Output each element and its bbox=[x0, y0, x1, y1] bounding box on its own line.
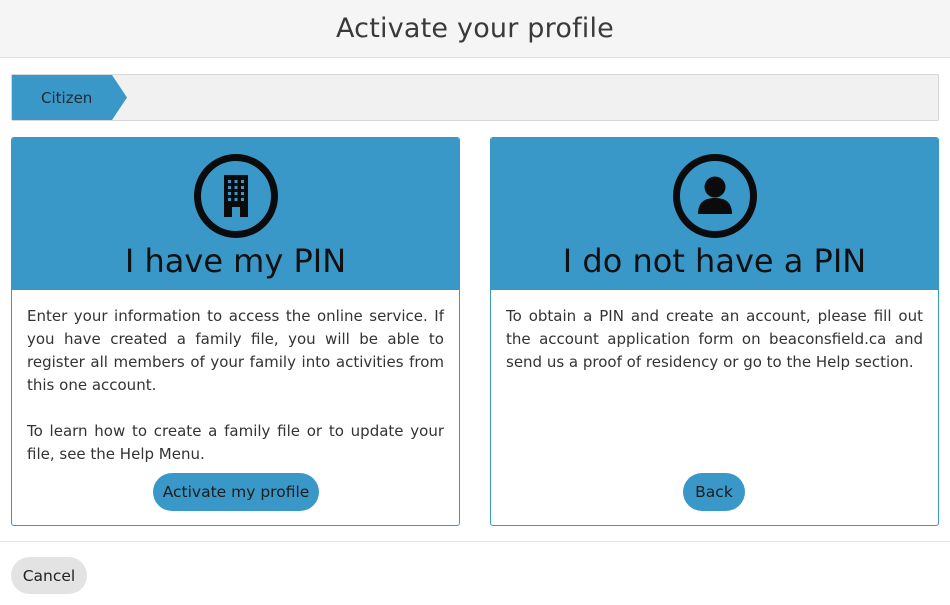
pin-card-header: I have my PIN bbox=[12, 138, 459, 290]
pin-card-title: I have my PIN bbox=[124, 242, 347, 280]
no-pin-card-title: I do not have a PIN bbox=[562, 242, 867, 280]
breadcrumb-item-citizen[interactable]: Citizen bbox=[12, 75, 127, 120]
no-pin-card-header: I do not have a PIN bbox=[491, 138, 938, 290]
page-title: Activate your profile bbox=[335, 13, 614, 44]
cancel-button[interactable]: Cancel bbox=[11, 557, 87, 594]
user-icon-circle bbox=[672, 154, 757, 238]
breadcrumb: Citizen bbox=[11, 74, 939, 121]
footer-divider bbox=[0, 541, 950, 542]
back-button[interactable]: Back bbox=[683, 473, 745, 511]
pin-card-body: Enter your information to access the onl… bbox=[27, 305, 444, 466]
activate-profile-button[interactable]: Activate my profile bbox=[153, 473, 319, 511]
building-icon-circle bbox=[193, 154, 278, 238]
no-pin-card-body: To obtain a PIN and create an account, p… bbox=[506, 305, 923, 374]
no-pin-card: I do not have a PIN To obtain a PIN and … bbox=[490, 137, 939, 526]
no-pin-card-paragraph: To obtain a PIN and create an account, p… bbox=[506, 307, 923, 371]
user-icon bbox=[697, 176, 732, 214]
pin-card-paragraph: To learn how to create a family file or … bbox=[27, 422, 444, 463]
building-icon bbox=[223, 175, 248, 217]
pin-card-paragraph: Enter your information to access the onl… bbox=[27, 307, 444, 394]
page-header: Activate your profile bbox=[0, 0, 950, 58]
pin-card: I have my PIN Enter your information to … bbox=[11, 137, 460, 526]
